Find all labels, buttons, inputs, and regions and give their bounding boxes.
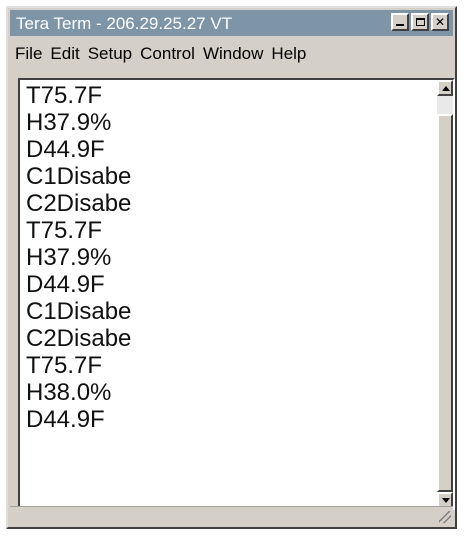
vertical-scrollbar[interactable] [437, 80, 453, 508]
menu-help[interactable]: Help [270, 44, 307, 64]
menu-control[interactable]: Control [139, 44, 196, 64]
menu-bar: File Edit Setup Control Window Help [10, 40, 453, 68]
terminal-line: H38.0% [26, 379, 112, 406]
maximize-button[interactable] [411, 13, 429, 31]
terminal-line: D44.9F [26, 136, 105, 163]
terminal-output: T75.7F H37.9% D44.9F C1Disabe C2Disabe T… [26, 82, 433, 508]
scroll-up-button[interactable] [437, 80, 453, 96]
scrollbar-thumb[interactable] [437, 114, 453, 492]
tera-term-window: Tera Term - 206.29.25.27 VT ✕ File Edit … [6, 6, 457, 529]
maximize-icon [415, 18, 425, 26]
arrow-down-icon [442, 498, 450, 503]
arrow-up-icon [442, 86, 450, 91]
terminal-line: C2Disabe [26, 325, 132, 352]
window-controls: ✕ [391, 13, 449, 33]
title-bar[interactable]: Tera Term - 206.29.25.27 VT ✕ [10, 10, 453, 36]
close-button[interactable]: ✕ [431, 13, 449, 31]
terminal-line: C1Disabe [26, 163, 132, 190]
menu-edit[interactable]: Edit [49, 44, 80, 64]
close-icon: ✕ [434, 15, 446, 29]
terminal-line: C1Disabe [26, 298, 132, 325]
window-title: Tera Term - 206.29.25.27 VT [16, 14, 233, 33]
menu-window[interactable]: Window [202, 44, 264, 64]
terminal-area[interactable]: T75.7F H37.9% D44.9F C1Disabe C2Disabe T… [18, 78, 455, 510]
terminal-line: C2Disabe [26, 190, 132, 217]
terminal-line: T75.7F [26, 82, 103, 109]
minimize-button[interactable] [391, 13, 409, 31]
menu-setup[interactable]: Setup [87, 44, 133, 64]
terminal-line: H37.9% [26, 109, 112, 136]
terminal-line: D44.9F [26, 271, 105, 298]
terminal-line: D44.9F [26, 406, 105, 433]
terminal-line: T75.7F [26, 352, 103, 379]
status-bar [10, 506, 453, 525]
resize-grip-icon[interactable] [439, 511, 451, 523]
menu-file[interactable]: File [14, 44, 43, 64]
terminal-line: H37.9% [26, 244, 112, 271]
minimize-icon [396, 24, 404, 26]
terminal-line: T75.7F [26, 217, 103, 244]
